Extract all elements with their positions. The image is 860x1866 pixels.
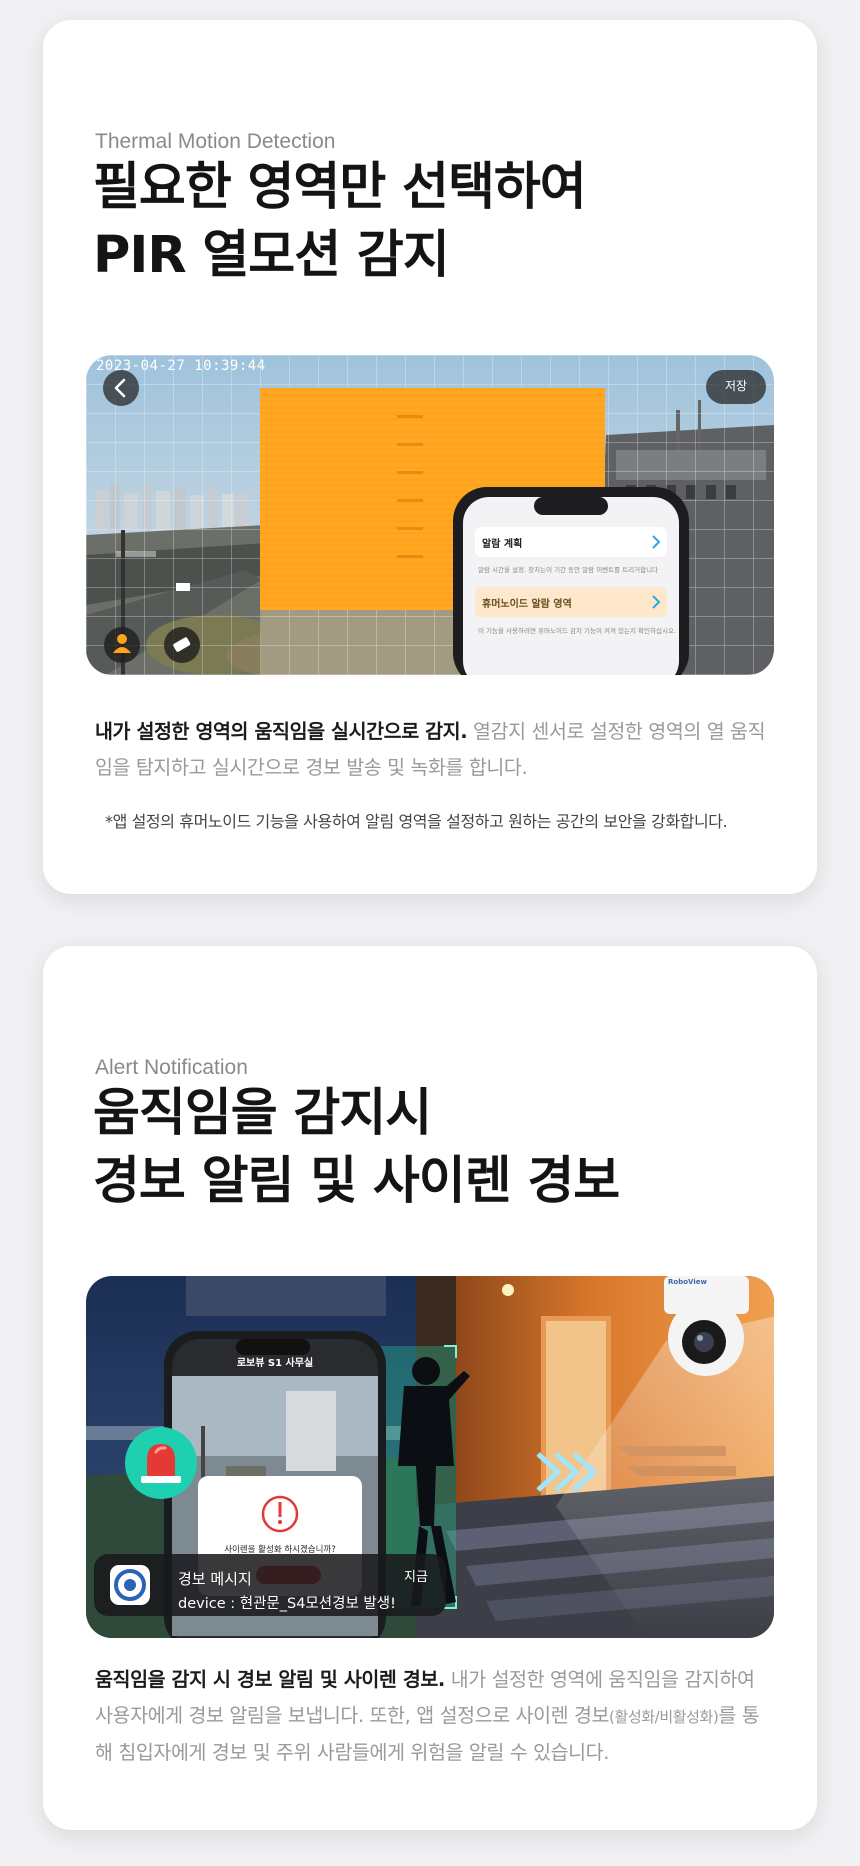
humanoid-zone-label[interactable]: 휴머노이드 알람 영역 [482, 595, 572, 610]
thermal-motion-card: Thermal Motion Detection 필요한 영역만 선택하여 PI… [43, 20, 817, 894]
camera-brand: RoboView [668, 1278, 707, 1286]
notification-title: 경보 메시지 [178, 1570, 252, 1588]
save-label[interactable]: 저장 [706, 377, 766, 394]
section-note: *앱 설정의 휴머노이드 기능을 사용하여 알림 영역을 설정하고 원하는 공간… [105, 812, 728, 831]
description-bold: 움직임을 감지 시 경보 알림 및 사이렌 경보. [95, 1668, 445, 1691]
alert-scene-image: 로보뷰 S1 사무실 사이렌을 활성화 하시겠습니까? RoboView 경보 … [86, 1276, 774, 1638]
alarm-plan-label[interactable]: 알람 계획 [482, 535, 522, 550]
section-eyebrow: Alert Notification [95, 1056, 248, 1079]
title-line-2: 경보 알림 및 사이렌 경보 [93, 1152, 620, 1211]
back-icon[interactable] [103, 370, 139, 406]
title-line-2: PIR 열모션 감지 [93, 226, 450, 285]
siren-dialog-text: 사이렌을 활성화 하시겠습니까? [224, 1545, 336, 1555]
alarm-plan-desc: 알람 시간을 설정. 장치는이 기간 동안 알람 이벤트를 트리거합니다 [478, 566, 659, 574]
title-line-1: 필요한 영역만 선택하여 [93, 158, 587, 217]
title-line-1: 움직임을 감지시 [93, 1084, 432, 1143]
notification-body: device : 현관문_S4모션경보 발생! [178, 1596, 396, 1612]
section-title: 움직임을 감지시 경보 알림 및 사이렌 경보 [93, 1080, 620, 1216]
notification-time: 지금 [404, 1570, 428, 1585]
siren-icon [125, 1427, 197, 1499]
camera-timestamp: 2023-04-27 10:39:44 [96, 358, 266, 374]
description-small: (활성화/비활성화) [609, 1708, 719, 1726]
section-description: 움직임을 감지 시 경보 알림 및 사이렌 경보. 내가 설정한 영역에 움직임… [95, 1662, 775, 1771]
section-title: 필요한 영역만 선택하여 PIR 열모션 감지 [93, 154, 587, 290]
humanoid-zone-desc: 이 기능을 사용하려면 휴머노이드 감지 기능이 켜져 있는지 확인하십시오. [478, 627, 676, 635]
section-eyebrow: Thermal Motion Detection [95, 130, 336, 153]
alert-notification-card: Alert Notification 움직임을 감지시 경보 알림 및 사이렌 … [43, 946, 817, 1830]
phone-title: 로보뷰 S1 사무실 [236, 1358, 314, 1369]
phone-mockup [453, 487, 689, 675]
section-description: 내가 설정한 영역의 움직임을 실시간으로 감지. 열감지 센서로 설정한 영역… [95, 714, 775, 786]
human-detect-icon[interactable] [104, 627, 140, 663]
description-bold: 내가 설정한 영역의 움직임을 실시간으로 감지. [95, 720, 468, 743]
thermal-detection-image: 2023-04-27 10:39:44 저장 알람 계획 알람 시간을 설정. … [86, 355, 774, 675]
